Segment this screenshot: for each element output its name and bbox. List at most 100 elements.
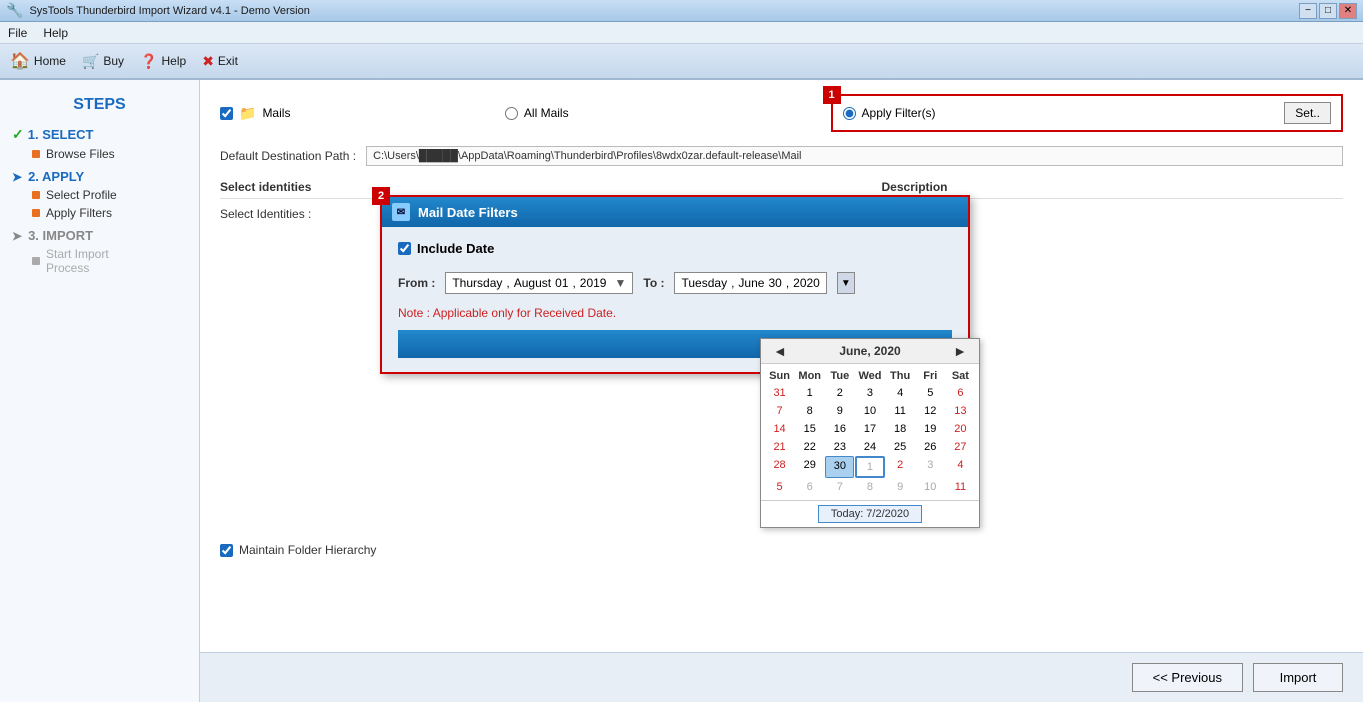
- exit-button[interactable]: ✖ Exit: [202, 53, 238, 70]
- select-profile-label: Select Profile: [46, 188, 117, 202]
- include-date-checkbox[interactable]: [398, 242, 411, 255]
- sidebar-step-1: ✓ 1. SELECT Browse Files: [12, 126, 187, 161]
- calendar-day[interactable]: 19: [916, 420, 945, 438]
- calendar-prev-button[interactable]: ◄: [769, 343, 791, 359]
- close-button[interactable]: ✕: [1339, 3, 1357, 19]
- maximize-button[interactable]: □: [1319, 3, 1337, 19]
- all-mails-radio[interactable]: [505, 107, 518, 120]
- menu-file[interactable]: File: [8, 26, 27, 40]
- previous-button[interactable]: << Previous: [1132, 663, 1243, 692]
- calendar-day[interactable]: 24: [855, 438, 884, 456]
- from-comma2: ,: [572, 276, 575, 290]
- calendar-today-button[interactable]: Today: 7/2/2020: [818, 505, 922, 523]
- buy-button[interactable]: 🛒 Buy: [82, 53, 124, 70]
- calendar-day[interactable]: 12: [916, 402, 945, 420]
- calendar-day[interactable]: 11: [946, 478, 975, 496]
- step3-label: 3. IMPORT: [28, 228, 93, 243]
- from-year: 2019: [580, 276, 607, 290]
- apply-filters-option: 1 Apply Filter(s) Set..: [831, 94, 1343, 132]
- calendar-day[interactable]: 29: [795, 456, 824, 478]
- from-date-dropdown[interactable]: Thursday , August 01 , 2019 ▼: [445, 272, 633, 294]
- step3-header: ➤ 3. IMPORT: [12, 228, 187, 243]
- maintain-folder-checkbox[interactable]: [220, 544, 233, 557]
- calendar-next-button[interactable]: ►: [949, 343, 971, 359]
- calendar-day[interactable]: 8: [795, 402, 824, 420]
- calendar-day[interactable]: 25: [886, 438, 915, 456]
- step2-arrow-icon: ➤: [12, 170, 22, 184]
- calendar-day[interactable]: 10: [916, 478, 945, 496]
- calendar-day[interactable]: 7: [765, 402, 794, 420]
- to-day: Tuesday: [681, 276, 727, 290]
- calendar-day[interactable]: 1: [855, 456, 884, 478]
- calendar-day[interactable]: 31: [765, 384, 794, 402]
- from-dropdown-arrow[interactable]: ▼: [614, 276, 626, 290]
- home-icon: 🏠: [10, 51, 30, 71]
- calendar-day[interactable]: 1: [795, 384, 824, 402]
- sidebar-item-browse-files[interactable]: Browse Files: [32, 147, 187, 161]
- calendar-day[interactable]: 9: [825, 402, 854, 420]
- calendar-day[interactable]: 2: [886, 456, 915, 478]
- calendar-day[interactable]: 8: [855, 478, 884, 496]
- calendar-dow: Fri: [916, 368, 945, 384]
- step2-label: 2. APPLY: [28, 169, 84, 184]
- home-button[interactable]: 🏠 Home: [10, 51, 66, 71]
- calendar-day[interactable]: 21: [765, 438, 794, 456]
- calendar-day[interactable]: 5: [916, 384, 945, 402]
- calendar-grid: SunMonTueWedThuFriSat 311234567891011121…: [761, 364, 979, 500]
- sidebar-step-2: ➤ 2. APPLY Select Profile Apply Filters: [12, 169, 187, 220]
- minimize-button[interactable]: −: [1299, 3, 1317, 19]
- calendar-day[interactable]: 3: [855, 384, 884, 402]
- set-button[interactable]: Set..: [1284, 102, 1331, 124]
- calendar-day[interactable]: 28: [765, 456, 794, 478]
- apply-filters-radio[interactable]: [843, 107, 856, 120]
- bottom-bar: << Previous Import: [200, 652, 1363, 702]
- step1-sub-items: Browse Files: [32, 147, 187, 161]
- sidebar-item-apply-filters[interactable]: Apply Filters: [32, 206, 187, 220]
- menu-help[interactable]: Help: [43, 26, 68, 40]
- calendar-day[interactable]: 2: [825, 384, 854, 402]
- browse-files-label: Browse Files: [46, 147, 115, 161]
- calendar-day[interactable]: 9: [886, 478, 915, 496]
- calendar-day[interactable]: 4: [886, 384, 915, 402]
- step1-label: 1. SELECT: [28, 127, 94, 142]
- calendar-day[interactable]: 16: [825, 420, 854, 438]
- mails-checkbox[interactable]: [220, 107, 233, 120]
- calendar-day[interactable]: 30: [825, 456, 854, 478]
- calendar-day[interactable]: 5: [765, 478, 794, 496]
- calendar-day[interactable]: 15: [795, 420, 824, 438]
- calendar-day[interactable]: 4: [946, 456, 975, 478]
- help-button[interactable]: ❓ Help: [140, 53, 186, 70]
- include-date-label: Include Date: [417, 241, 494, 256]
- calendar-month-year: June, 2020: [839, 344, 900, 358]
- sidebar: STEPS ✓ 1. SELECT Browse Files ➤ 2. APPL…: [0, 80, 200, 702]
- calendar-day[interactable]: 17: [855, 420, 884, 438]
- calendar-day[interactable]: 23: [825, 438, 854, 456]
- calendar-day[interactable]: 14: [765, 420, 794, 438]
- apply-filters-dot: [32, 209, 40, 217]
- calendar-day[interactable]: 20: [946, 420, 975, 438]
- calendar-day[interactable]: 18: [886, 420, 915, 438]
- calendar-day[interactable]: 10: [855, 402, 884, 420]
- maintain-folder-hierarchy-row: Maintain Folder Hierarchy: [220, 531, 1343, 557]
- import-button[interactable]: Import: [1253, 663, 1343, 692]
- to-label: To :: [643, 276, 664, 290]
- calendar-day[interactable]: 26: [916, 438, 945, 456]
- calendar-dow: Wed: [855, 368, 884, 384]
- calendar-day[interactable]: 22: [795, 438, 824, 456]
- to-comma1: ,: [731, 276, 734, 290]
- step3-arrow-icon: ➤: [12, 229, 22, 243]
- calendar-day[interactable]: 27: [946, 438, 975, 456]
- help-icon: ❓: [140, 53, 157, 70]
- calendar-day[interactable]: 13: [946, 402, 975, 420]
- sidebar-item-start-import: Start ImportProcess: [32, 247, 187, 275]
- apply-filters-label: Apply Filters: [46, 206, 112, 220]
- sidebar-item-select-profile[interactable]: Select Profile: [32, 188, 187, 202]
- to-dropdown-button[interactable]: ▼: [837, 272, 855, 294]
- calendar-day[interactable]: 11: [886, 402, 915, 420]
- calendar-day[interactable]: 3: [916, 456, 945, 478]
- to-date-dropdown[interactable]: Tuesday , June 30 , 2020: [674, 272, 826, 294]
- calendar-week-row: 78910111213: [765, 402, 975, 420]
- calendar-day[interactable]: 6: [946, 384, 975, 402]
- calendar-day[interactable]: 7: [825, 478, 854, 496]
- calendar-day[interactable]: 6: [795, 478, 824, 496]
